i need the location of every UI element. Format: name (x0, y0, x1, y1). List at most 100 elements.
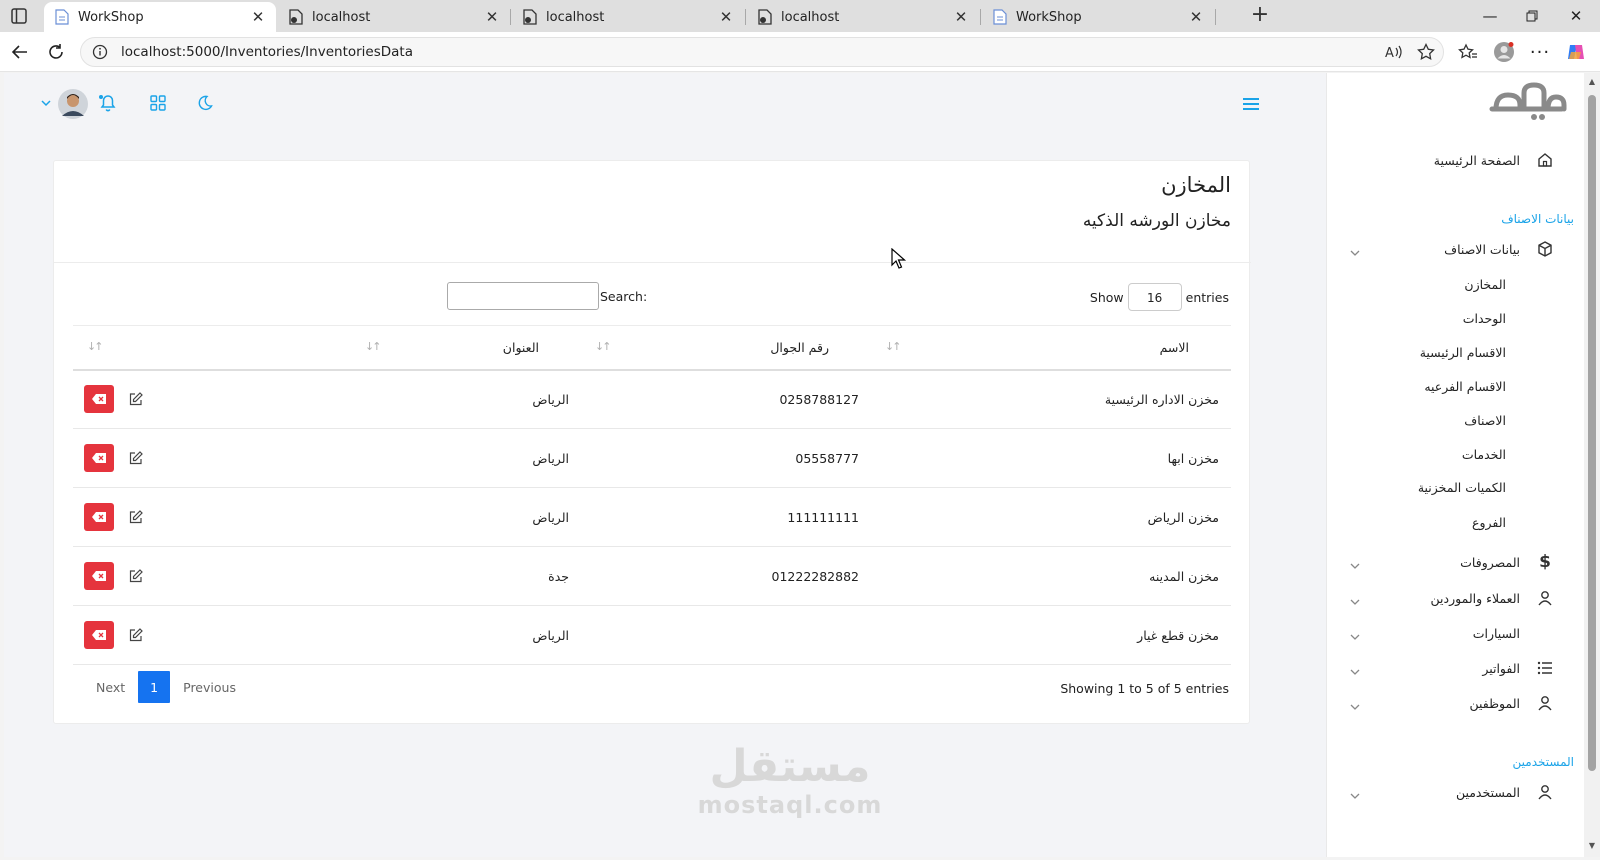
close-tab-icon[interactable]: ✕ (953, 8, 969, 26)
sidebar-subitem-services[interactable]: الخدمات (1462, 447, 1506, 462)
column-header-actions[interactable]: ↑↓ (73, 325, 351, 371)
more-options-icon[interactable]: ··· (1528, 40, 1552, 64)
table-info: Showing 1 to 5 of 5 entries (1060, 681, 1229, 696)
scroll-up-icon[interactable]: ▲ (1587, 77, 1597, 86)
sidebar-item-customers[interactable]: العملاء والموردين (1326, 581, 1584, 615)
sidebar-subitem-branches[interactable]: الفروع (1472, 515, 1506, 530)
previous-page-link[interactable]: Previous (170, 680, 249, 695)
sidebar-item-label: المصروفات (1460, 554, 1520, 570)
site-info-icon[interactable] (91, 43, 109, 61)
sidebar-item-users[interactable]: المستخدمين (1326, 775, 1584, 809)
mouse-cursor-icon (891, 247, 907, 270)
url-field[interactable]: localhost:5000/Inventories/InventoriesDa… (80, 37, 1444, 67)
sidebar-subitem-stock-quantities[interactable]: الكميات المخزنية (1418, 480, 1506, 495)
sidebar-item-items-data[interactable]: بيانات الاصناف (1326, 232, 1584, 266)
close-tab-icon[interactable]: ✕ (718, 8, 734, 26)
sidebar-item-cars[interactable]: السيارات (1326, 616, 1584, 650)
cell-phone: 01222282882 (581, 546, 871, 606)
current-page-button[interactable]: 1 (138, 671, 171, 703)
sidebar-item-label: العملاء والموردين (1430, 590, 1520, 606)
delete-button[interactable] (84, 444, 114, 472)
edit-icon[interactable] (126, 389, 146, 409)
close-tab-icon[interactable]: ✕ (484, 8, 500, 26)
entries-length-control: Show 16 entries (1090, 283, 1229, 311)
app-viewport: المخازن مخازن الورشه الذكيه Show 16 entr… (4, 73, 1584, 857)
browser-tab-3[interactable]: localhost ✕ (512, 2, 744, 32)
browser-tab-bar: WorkShop ✕ localhost ✕ localhost ✕ local… (0, 0, 1600, 32)
list-icon (1534, 657, 1556, 679)
tab-separator (745, 9, 746, 25)
user-menu-chevron-icon[interactable] (40, 97, 52, 109)
delete-button[interactable] (84, 385, 114, 414)
chevron-down-icon (1348, 555, 1360, 569)
edit-icon[interactable] (126, 625, 146, 645)
watermark-latin: mostaql.com (697, 791, 883, 819)
chevron-down-icon (1348, 661, 1360, 675)
notification-bell-icon[interactable] (97, 92, 119, 114)
edit-icon[interactable] (126, 507, 146, 527)
dark-mode-moon-icon[interactable] (194, 92, 216, 114)
page-scrollbar[interactable]: ▲ ▼ (1584, 73, 1600, 857)
apps-grid-icon[interactable] (147, 92, 169, 114)
browser-tab-4[interactable]: localhost ✕ (747, 2, 979, 32)
favorites-list-icon[interactable] (1456, 40, 1480, 64)
reload-icon[interactable] (44, 40, 68, 64)
scroll-down-icon[interactable]: ▼ (1587, 841, 1597, 850)
sidebar-item-expenses[interactable]: $ المصروفات (1326, 545, 1584, 579)
cell-name: مخزن الرياض (871, 487, 1231, 547)
sort-icon: ↑↓ (87, 340, 104, 353)
svg-text:A: A (1385, 46, 1394, 60)
cell-address: الرياض (351, 369, 581, 429)
avatar[interactable] (58, 89, 88, 119)
new-tab-button[interactable]: + (1248, 4, 1272, 28)
back-arrow-icon[interactable] (8, 40, 32, 64)
delete-button[interactable] (84, 503, 114, 531)
browser-tab-1[interactable]: WorkShop ✕ (44, 2, 276, 32)
column-header-name[interactable]: الاسم ↑↓ (871, 325, 1231, 371)
sidebar-subitem-units[interactable]: الوحدات (1463, 311, 1506, 326)
sidebar-subitem-sub-categories[interactable]: الاقسام الفرعيه (1424, 379, 1506, 394)
sidebar-subitem-inventories[interactable]: المخازن (1464, 277, 1506, 292)
delete-button[interactable] (84, 562, 114, 590)
pagination: Next 1 Previous (83, 671, 249, 703)
restore-button[interactable] (1514, 4, 1550, 28)
sidebar-item-employees[interactable]: الموظفين (1326, 686, 1584, 720)
chevron-down-icon (1348, 626, 1360, 640)
delete-button[interactable] (84, 621, 114, 649)
column-header-phone[interactable]: رقم الجوال ↑↓ (581, 325, 871, 371)
column-header-address[interactable]: العنوان ↑↓ (351, 325, 581, 371)
sidebar-item-home[interactable]: الصفحة الرئيسية (1326, 143, 1584, 177)
minimize-button[interactable]: — (1472, 4, 1508, 28)
favorite-star-icon[interactable] (1414, 40, 1438, 64)
cell-name: مخزن ابها (871, 428, 1231, 488)
sidebar-item-label: الموظفين (1469, 695, 1520, 711)
table-row: مخزن الاداره الرئيسية 0258788127 الرياض (73, 369, 1231, 429)
cell-name: مخزن قطع غيار (871, 605, 1231, 665)
close-tab-icon[interactable]: ✕ (1188, 8, 1204, 26)
browser-tab-2[interactable]: localhost ✕ (278, 2, 510, 32)
tab-actions-icon[interactable] (8, 6, 30, 26)
shield-page-icon (757, 9, 773, 25)
watermark-arabic: مستقل (709, 741, 871, 792)
scrollbar-thumb[interactable] (1588, 95, 1596, 771)
read-aloud-icon[interactable]: A (1382, 40, 1406, 64)
browser-tab-5[interactable]: WorkShop ✕ (982, 2, 1214, 32)
edit-icon[interactable] (126, 566, 146, 586)
edit-icon[interactable] (126, 448, 146, 468)
entries-length-input[interactable]: 16 (1127, 283, 1182, 311)
close-tab-icon[interactable]: ✕ (250, 8, 266, 26)
profile-avatar-icon[interactable] (1492, 40, 1516, 64)
copilot-icon[interactable] (1564, 40, 1588, 64)
hamburger-menu-icon[interactable] (1240, 93, 1262, 115)
sidebar-subitem-main-categories[interactable]: الاقسام الرئيسية (1420, 345, 1506, 360)
sidebar-subitem-items[interactable]: الاصناف (1464, 413, 1506, 428)
search-input[interactable] (447, 282, 599, 310)
next-page-link[interactable]: Next (83, 680, 138, 695)
cell-name: مخزن المدينه (871, 546, 1231, 606)
user-icon (1534, 781, 1556, 803)
chevron-down-icon (1348, 785, 1360, 799)
close-window-button[interactable]: ✕ (1558, 4, 1594, 28)
tab-separator (1215, 9, 1216, 25)
entries-label: entries (1185, 289, 1229, 305)
sidebar-item-invoices[interactable]: الفواتير (1326, 651, 1584, 685)
